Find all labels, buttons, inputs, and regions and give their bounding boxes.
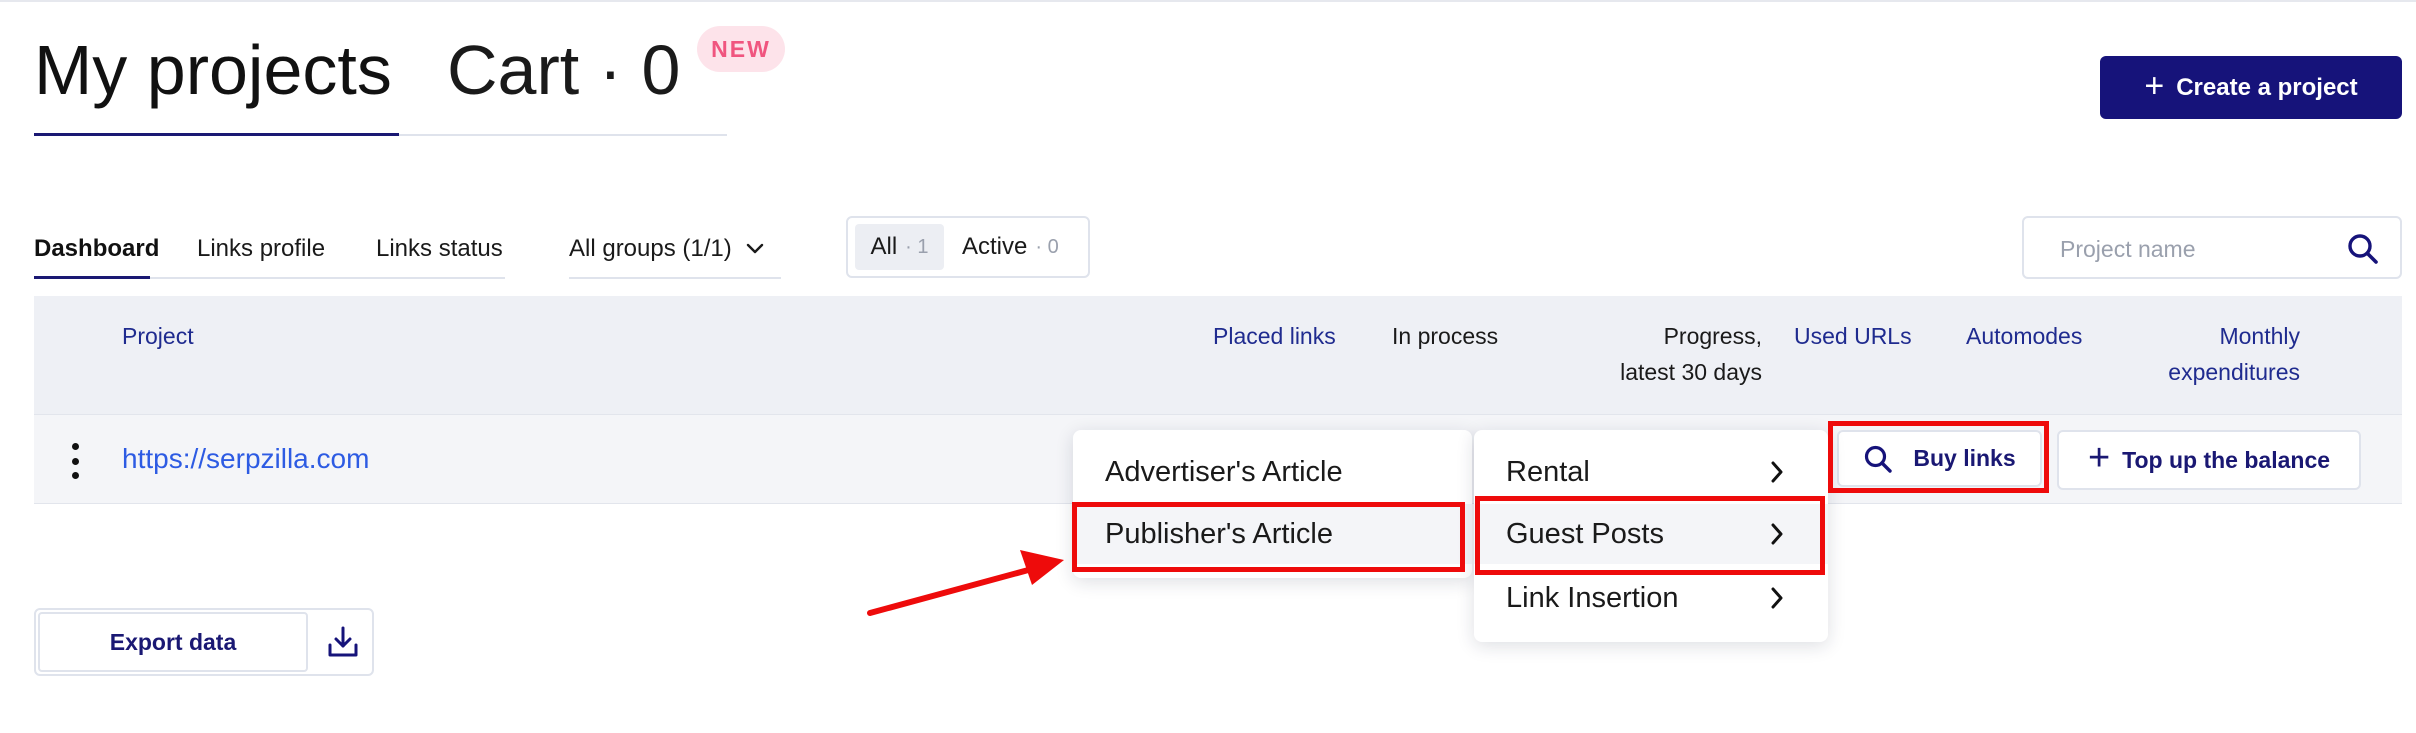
project-url-link[interactable]: https://serpzilla.com [122, 441, 369, 477]
column-monthly-line1: Monthly [2219, 323, 2300, 349]
status-filter: All · 1 Active · 0 [846, 216, 1090, 278]
chevron-right-icon [1771, 461, 1783, 483]
table-header: Project Placed links In process Progress… [34, 296, 2402, 414]
filter-all-count: · 1 [905, 235, 929, 258]
project-search [2022, 216, 2402, 279]
chevron-down-icon [746, 243, 763, 254]
annotation-arrow-icon [867, 550, 1064, 616]
column-progress-line2: latest 30 days [1620, 359, 1762, 385]
tab-cart[interactable]: Cart · 0 [447, 30, 680, 110]
subtabs-active-indicator [34, 276, 150, 279]
annotation-box-guest-posts [1475, 496, 1825, 575]
filter-all-label: All [870, 233, 898, 260]
create-project-label: Create a project [2176, 73, 2358, 101]
chevron-right-icon [1771, 587, 1783, 609]
menu-item-rental[interactable]: Rental [1474, 442, 1828, 502]
top-up-balance-button[interactable]: + Top up the balance [2057, 430, 2361, 490]
annotation-box-buy-links [1828, 421, 2049, 493]
row-menu-icon[interactable] [70, 443, 80, 479]
annotation-box-publishers-article [1072, 502, 1465, 572]
tabs-active-indicator [34, 133, 399, 136]
export-group: Export data [34, 608, 374, 676]
column-progress: Progress, latest 30 days [1620, 318, 1762, 390]
menu-item-rental-label: Rental [1506, 456, 1590, 488]
filter-all[interactable]: All · 1 [855, 224, 944, 270]
group-select-underline [569, 277, 781, 279]
subtab-dashboard[interactable]: Dashboard [34, 234, 159, 264]
menu-item-advertisers-article[interactable]: Advertiser's Article [1073, 442, 1472, 502]
column-placed-links: Placed links [1213, 323, 1336, 349]
menu-item-link-insertion[interactable]: Link Insertion [1474, 568, 1828, 628]
group-select[interactable]: All groups (1/1) [569, 234, 764, 264]
menu-item-link-insertion-label: Link Insertion [1506, 582, 1679, 614]
download-icon [328, 626, 358, 657]
search-input[interactable] [2058, 232, 2332, 266]
filter-active-label: Active [962, 233, 1028, 260]
column-used-urls: Used URLs [1794, 323, 1912, 349]
top-border [0, 0, 2416, 2]
plus-icon: + [2087, 437, 2111, 479]
column-monthly-expenditures: Monthly expenditures [2168, 318, 2300, 390]
subtab-links-status[interactable]: Links status [376, 234, 503, 264]
column-automodes: Automodes [1966, 323, 2083, 349]
filter-active[interactable]: Active · 0 [962, 224, 1059, 270]
column-monthly-line2: expenditures [2168, 359, 2300, 385]
column-in-process: In process [1392, 323, 1499, 349]
column-project: Project [122, 323, 194, 349]
filter-active-count: · 0 [1035, 235, 1059, 258]
download-button[interactable] [314, 612, 372, 672]
group-select-value: All groups (1/1) [569, 235, 732, 262]
create-project-button[interactable]: + Create a project [2100, 56, 2402, 119]
top-up-label: Top up the balance [2122, 446, 2331, 473]
plus-icon: + [2144, 67, 2165, 105]
new-badge: NEW [697, 26, 785, 72]
export-data-button[interactable]: Export data [38, 612, 308, 672]
column-progress-line1: Progress, [1663, 323, 1762, 349]
subtab-links-profile[interactable]: Links profile [197, 234, 325, 264]
tab-my-projects[interactable]: My projects [34, 30, 392, 110]
search-icon[interactable] [2346, 232, 2380, 266]
